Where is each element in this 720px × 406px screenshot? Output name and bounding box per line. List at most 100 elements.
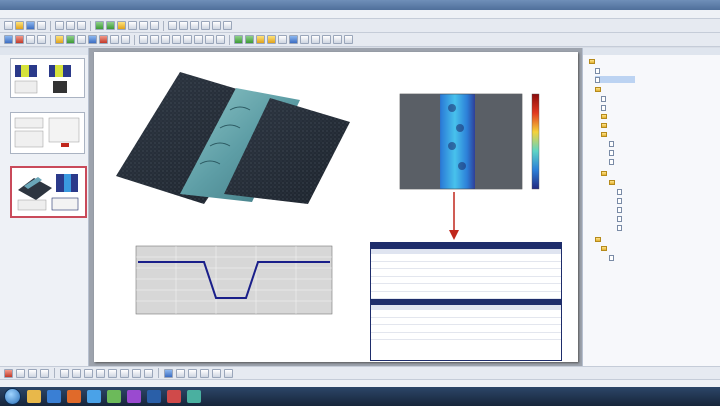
tool-icon[interactable] [28,368,37,378]
tool-icon[interactable] [150,35,159,44]
tool-icon[interactable] [223,21,232,30]
highlight-icon[interactable] [117,21,126,30]
tree-item[interactable] [609,158,614,165]
tool-icon[interactable] [179,21,188,30]
tool-icon[interactable] [66,35,75,44]
tool-icon[interactable] [172,35,181,44]
tool-icon[interactable] [300,35,309,44]
tree-item[interactable] [601,113,607,120]
tree-item[interactable] [609,149,614,156]
tool-icon[interactable] [188,368,197,378]
tool-icon[interactable] [139,21,148,30]
paste-icon[interactable] [77,21,86,30]
tool-icon[interactable] [234,35,243,44]
tool-icon[interactable] [256,35,265,44]
tool-icon[interactable] [150,21,159,30]
tool-icon[interactable] [121,35,130,44]
tree-item[interactable] [617,224,622,231]
tool-icon[interactable] [201,21,210,30]
tree-item-selected[interactable] [595,76,635,83]
tool-icon[interactable] [4,35,13,44]
tree-item[interactable] [595,236,601,243]
tool-icon[interactable] [205,35,214,44]
app-icon[interactable] [107,390,121,403]
tree-item[interactable] [601,245,607,252]
redo-icon[interactable] [106,21,115,30]
new-document-icon[interactable] [4,21,13,30]
undo-icon[interactable] [95,21,104,30]
app-icon[interactable] [147,390,161,403]
tool-icon[interactable] [15,35,24,44]
save-icon[interactable] [26,21,35,30]
tree-item[interactable] [617,206,622,213]
tool-icon[interactable] [96,368,105,378]
tool-icon[interactable] [161,35,170,44]
tool-icon[interactable] [200,368,209,378]
tool-icon[interactable] [120,368,129,378]
media-icon[interactable] [67,390,81,403]
tool-icon[interactable] [108,368,117,378]
start-menu-icon[interactable] [4,388,21,405]
tool-icon[interactable] [194,35,203,44]
tool-icon[interactable] [110,35,119,44]
tool-icon[interactable] [322,35,331,44]
tool-icon[interactable] [311,35,320,44]
browser-icon[interactable] [47,390,61,403]
tool-icon[interactable] [55,35,64,44]
tool-icon[interactable] [344,35,353,44]
open-folder-icon[interactable] [15,21,24,30]
tool-icon[interactable] [99,35,108,44]
print-icon[interactable] [37,21,46,30]
tool-icon[interactable] [333,35,342,44]
tool-icon[interactable] [224,368,233,378]
tool-icon[interactable] [267,35,276,44]
tool-icon[interactable] [190,21,199,30]
page-thumbnail-3-selected[interactable] [10,166,87,218]
tree-item[interactable] [617,188,622,195]
tree-item[interactable] [601,131,607,138]
app-icon[interactable] [187,390,201,403]
tree-item[interactable] [601,170,607,177]
tree-item[interactable] [609,179,615,186]
tool-icon[interactable] [278,35,287,44]
tree-item[interactable] [595,67,600,74]
tool-icon[interactable] [168,21,177,30]
tree-item[interactable] [589,58,595,65]
tool-icon[interactable] [216,35,225,44]
tree-item[interactable] [609,254,614,261]
tool-icon[interactable] [164,368,173,378]
tool-icon[interactable] [128,21,137,30]
tool-icon[interactable] [139,35,148,44]
tool-icon[interactable] [40,368,49,378]
tool-icon[interactable] [84,368,93,378]
page-thumbnail-1[interactable] [10,58,85,98]
tool-icon[interactable] [4,368,13,378]
cut-icon[interactable] [55,21,64,30]
tool-icon[interactable] [183,35,192,44]
tree-item[interactable] [617,215,622,222]
tree-item[interactable] [595,86,601,93]
tool-icon[interactable] [144,368,153,378]
tool-icon[interactable] [289,35,298,44]
tool-icon[interactable] [176,368,185,378]
tree-item[interactable] [601,122,607,129]
tree-item[interactable] [601,95,606,102]
tree-item[interactable] [601,104,606,111]
tree-item[interactable] [617,197,622,204]
page-thumbnail-2[interactable] [10,112,85,154]
app-icon[interactable] [87,390,101,403]
explorer-icon[interactable] [27,390,41,403]
tool-icon[interactable] [212,368,221,378]
tool-icon[interactable] [72,368,81,378]
tool-icon[interactable] [77,35,86,44]
tool-icon[interactable] [212,21,221,30]
tool-icon[interactable] [37,35,46,44]
tool-icon[interactable] [88,35,97,44]
tool-icon[interactable] [132,368,141,378]
tree-item[interactable] [609,140,614,147]
app-icon[interactable] [167,390,181,403]
tool-icon[interactable] [16,368,25,378]
app-icon[interactable] [127,390,141,403]
copy-icon[interactable] [66,21,75,30]
tool-icon[interactable] [60,368,69,378]
